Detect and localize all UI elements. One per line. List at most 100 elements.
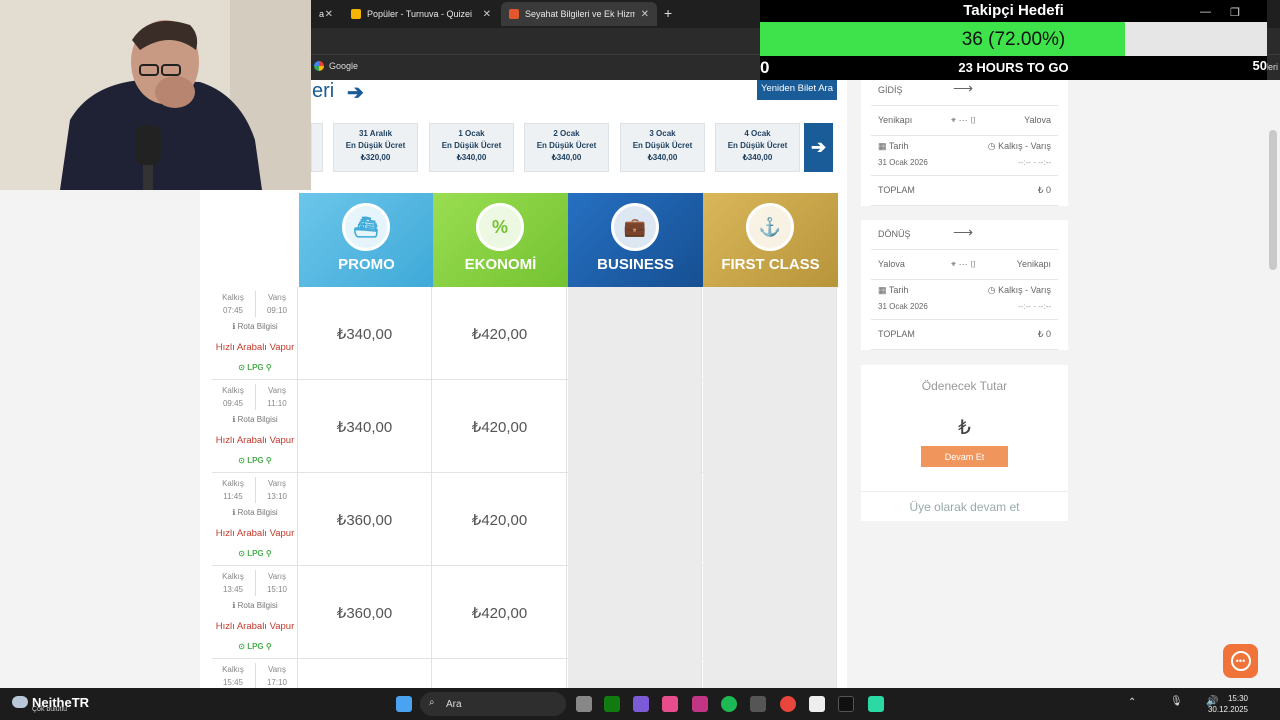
lowest-fare-price: ₺340,00 [551,153,582,162]
price-cell-promo[interactable]: ₺360,00 [298,473,432,566]
browser-tab[interactable]: a ✕ [311,2,341,26]
taskbar-search[interactable]: ⌕ Ara [420,692,566,716]
location-icon: ⊙ [238,363,248,372]
route-info-link[interactable]: ℹ Rota Bilgisi [212,322,298,331]
task-view-icon[interactable] [576,696,592,712]
app-icon[interactable] [633,696,649,712]
close-icon[interactable]: ✕ [325,9,333,20]
trip-row: Kalkış 07:45 Varış 09:10 ℹ Rota Bilgisi Hı… [212,287,837,380]
price-cell-business [568,287,702,380]
location-icon: ⊙ [238,642,248,651]
price-cell-economy[interactable]: ₺420,00 [433,566,567,659]
lowest-fare-price: ₺340,00 [647,153,678,162]
fuel-badge: ⊙ LPG ⚲ [212,456,298,465]
depart-label: Kalkış [222,572,244,581]
trip-info: Kalkış 07:45 Varış 09:10 ℹ Rota Bilgisi Hı… [212,287,298,380]
price-cell-promo[interactable]: ₺360,00 [298,566,432,659]
copilot-icon[interactable] [662,696,678,712]
calendar-icon: ▦ [878,141,889,151]
date-card[interactable]: 4 Ocak En Düşük Ücret ₺340,00 [715,123,800,172]
depart-time: 09:45 [222,399,244,408]
location-icon: ⊙ [238,549,248,558]
lowest-fare-label: En Düşük Ücret [632,141,693,150]
price-cell-economy[interactable] [433,659,567,688]
summary-date-row: ▦ Tarih 31 Ocak 2026 ◷ Kalkış - Varış --… [871,280,1058,320]
follower-goal-bar: 36 (72.00%) [760,22,1267,56]
arrive-time: 13:10 [266,492,288,501]
date-label: 1 Ocak [458,129,485,138]
route-info-link[interactable]: ℹ Rota Bilgisi [212,601,298,610]
continue-button[interactable]: Devam Et [921,446,1008,467]
outbound-title: GİDİŞ [878,85,903,95]
arrow-right-icon: ➔ [810,137,827,157]
date-label: 3 Ocak [649,129,676,138]
windows-start-icon[interactable] [396,696,412,712]
route-info-link[interactable]: ℹ Rota Bilgisi [212,508,298,517]
app-icon[interactable] [868,696,884,712]
chrome-icon[interactable] [780,696,796,712]
continue-as-member-link[interactable]: Üye olarak devam et [861,491,1068,514]
price-cell-economy[interactable]: ₺420,00 [433,473,567,566]
taskbar-clock[interactable]: 15:30 30.12.2025 [1208,693,1248,715]
route-info-link[interactable]: ℹ Rota Bilgisi [212,415,298,424]
lowest-fare-price: ₺320,00 [360,153,391,162]
price-cell-promo[interactable]: ₺340,00 [298,287,432,380]
lowest-fare-label: En Düşük Ücret [345,141,406,150]
price-cell-promo[interactable]: ₺340,00 [298,380,432,473]
travel-time: --:-- - --:-- [1018,158,1051,167]
date-card[interactable]: 3 Ocak En Düşük Ücret ₺340,00 [620,123,705,172]
date-card[interactable]: 2 Ocak En Düşük Ücret ₺340,00 [524,123,609,172]
date-card[interactable]: 31 Aralık En Düşük Ücret ₺320,00 [333,123,418,172]
microphone-icon[interactable]: 🎙 [1170,696,1183,707]
chat-button[interactable]: ••• [1223,644,1258,678]
date-card-partial[interactable] [311,123,323,172]
summary-title-row: GİDİŞ ⟶ [871,80,1058,106]
class-name: PROMO [338,256,395,273]
minimize-icon[interactable]: — [1200,6,1211,18]
lira-icon: ₺ [958,417,971,439]
price-cell-business [568,659,702,688]
close-icon[interactable]: ✕ [483,9,491,20]
depart-label: Kalkış [222,665,244,674]
date-label: 4 Ocak [744,129,771,138]
trip-info: Kalkış 15:45 Varış 17:10 [212,659,298,688]
trip-row: Kalkış 13:45 Varış 15:10 ℹ Rota Bilgisi Hı… [212,566,837,659]
xbox-icon[interactable] [604,696,620,712]
scrollbar[interactable] [1269,130,1277,270]
browser-tab-active[interactable]: Seyahat Bilgileri ve Ek Hizmetler ✕ [501,2,657,26]
arrow-right-icon: ➔ [347,82,364,104]
search-again-button[interactable]: Yeniden Bilet Ara [757,80,837,100]
clock-icon: ◷ [987,141,999,151]
instagram-icon[interactable] [692,696,708,712]
price-cell-economy[interactable]: ₺420,00 [433,380,567,473]
arrive-label: Varış [267,572,287,581]
depart-label: Kalkış [222,386,244,395]
tab-favicon-icon [351,9,361,19]
lowest-fare-label: En Düşük Ücret [536,141,597,150]
arrival-port: Yalova [1024,115,1051,125]
spotify-icon[interactable] [721,696,737,712]
bicycle-icon: ⚲ [263,642,272,651]
follower-goal-value: 36 (72.00%) [961,29,1066,50]
maximize-icon[interactable]: ❐ [1230,6,1240,19]
amount-due-title: Ödenecek Tutar [921,379,1008,393]
lowest-fare-price: ₺340,00 [742,153,773,162]
date-card[interactable]: 1 Ocak En Düşük Ücret ₺340,00 [429,123,514,172]
bookmark-google[interactable]: Google [314,61,358,71]
arrival-port: Yenikapı [1016,259,1051,269]
capcut-icon[interactable] [809,696,825,712]
time-label: Kalkış - Varış [998,285,1051,295]
price-cell-business [568,380,702,473]
trip-info: Kalkış 13:45 Varış 15:10 ℹ Rota Bilgisi Hı… [212,566,298,659]
price-cell-promo[interactable] [298,659,432,688]
tiktok-icon[interactable] [838,696,854,712]
next-dates-button[interactable]: ➔ [804,123,833,172]
close-icon[interactable]: ✕ [641,9,649,20]
class-header-business: 💼 BUSINESS [568,193,703,287]
chevron-up-icon[interactable]: ⌃ [1128,697,1136,708]
calendar-icon: ▦ [878,285,889,295]
store-icon[interactable] [750,696,766,712]
new-tab-icon[interactable]: + [664,5,672,21]
price-cell-economy[interactable]: ₺420,00 [433,287,567,380]
browser-tab[interactable]: Popüler - Turnuva - Quizei ✕ [343,2,499,26]
